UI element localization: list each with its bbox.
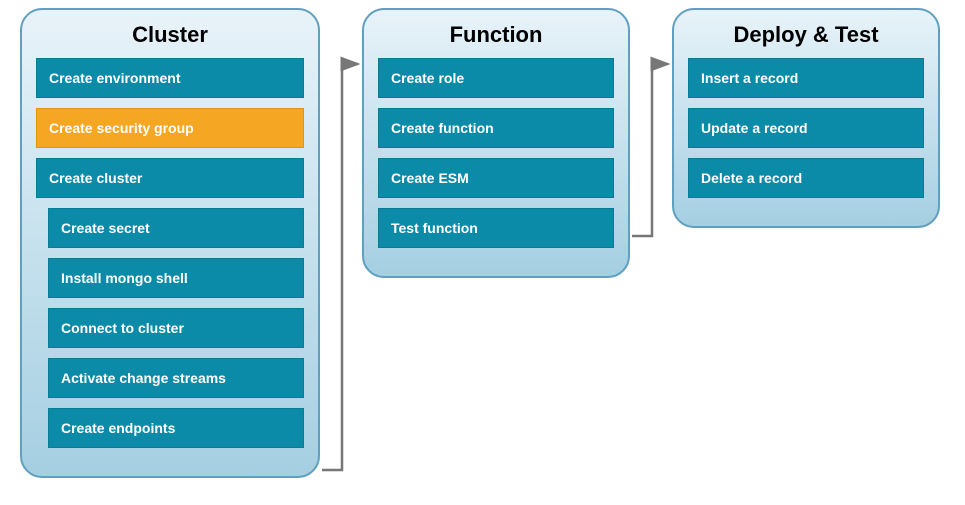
step-create-esm: Create ESM <box>378 158 614 198</box>
step-create-endpoints: Create endpoints <box>48 408 304 448</box>
step-delete-a-record: Delete a record <box>688 158 924 198</box>
panel-cluster: Cluster Create environment Create securi… <box>20 8 320 478</box>
step-install-mongo-shell: Install mongo shell <box>48 258 304 298</box>
panel-function-steps: Create role Create function Create ESM T… <box>378 58 614 258</box>
step-create-secret: Create secret <box>48 208 304 248</box>
panel-deploy: Deploy & Test Insert a record Update a r… <box>672 8 940 228</box>
panel-function: Function Create role Create function Cre… <box>362 8 630 278</box>
step-create-environment: Create environment <box>36 58 304 98</box>
step-insert-a-record: Insert a record <box>688 58 924 98</box>
panel-deploy-steps: Insert a record Update a record Delete a… <box>688 58 924 208</box>
panel-cluster-steps: Create environment Create security group… <box>36 58 304 458</box>
arrow-cluster-to-function <box>320 50 368 490</box>
step-create-function: Create function <box>378 108 614 148</box>
step-connect-to-cluster: Connect to cluster <box>48 308 304 348</box>
panel-cluster-title: Cluster <box>36 22 304 48</box>
step-create-cluster: Create cluster <box>36 158 304 198</box>
panel-function-title: Function <box>378 22 614 48</box>
step-test-function: Test function <box>378 208 614 248</box>
step-create-role: Create role <box>378 58 614 98</box>
panel-deploy-title: Deploy & Test <box>688 22 924 48</box>
arrow-function-to-deploy <box>630 50 678 260</box>
step-create-security-group: Create security group <box>36 108 304 148</box>
step-update-a-record: Update a record <box>688 108 924 148</box>
step-activate-change-streams: Activate change streams <box>48 358 304 398</box>
